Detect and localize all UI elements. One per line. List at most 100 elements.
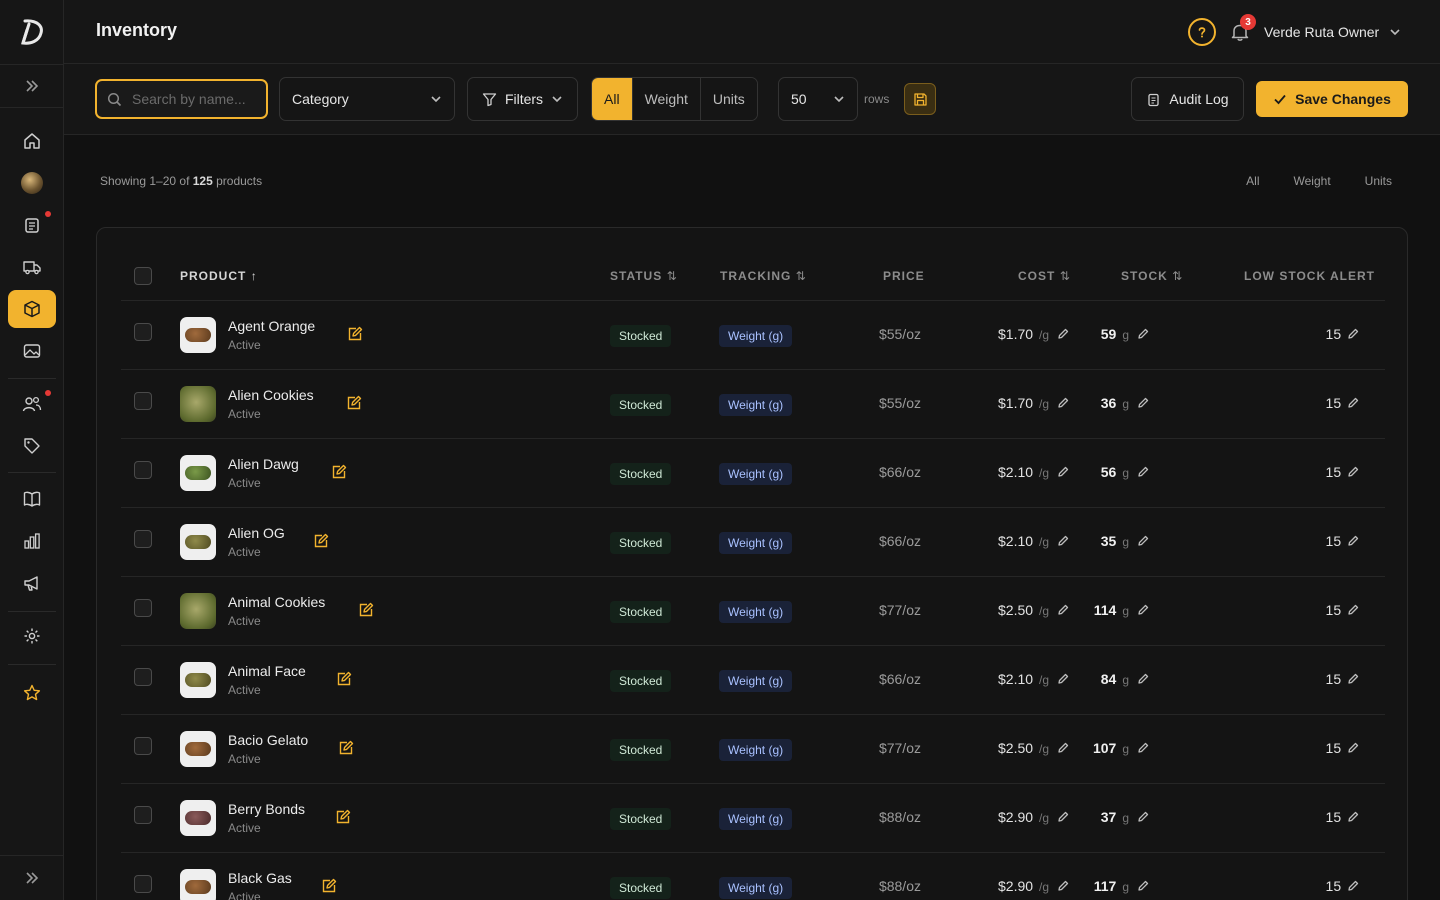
search-box[interactable] bbox=[95, 79, 268, 119]
pencil-icon[interactable] bbox=[1057, 673, 1069, 685]
product-name[interactable]: Alien Cookies bbox=[228, 387, 314, 403]
user-menu[interactable]: Verde Ruta Owner bbox=[1264, 20, 1401, 44]
column-header-product[interactable]: PRODUCT ↑ bbox=[180, 269, 258, 283]
low-stock-alert-cell[interactable]: 15 bbox=[1326, 464, 1359, 480]
low-stock-alert-cell[interactable]: 15 bbox=[1326, 878, 1359, 894]
nav-inventory[interactable] bbox=[8, 290, 56, 328]
edit-icon[interactable] bbox=[313, 533, 329, 549]
nav-media[interactable] bbox=[8, 332, 56, 370]
edit-icon[interactable] bbox=[338, 740, 354, 756]
low-stock-alert-cell[interactable]: 15 bbox=[1326, 671, 1359, 687]
cost-cell[interactable]: $2.50/g bbox=[998, 740, 1069, 756]
nav-favorites[interactable] bbox=[8, 674, 56, 712]
nav-delivery[interactable] bbox=[8, 248, 56, 286]
expand-sidebar-button[interactable] bbox=[0, 64, 64, 108]
stock-cell[interactable]: 35 g bbox=[1101, 533, 1149, 549]
pencil-icon[interactable] bbox=[1347, 742, 1359, 754]
pencil-icon[interactable] bbox=[1347, 673, 1359, 685]
stock-cell[interactable]: 36 g bbox=[1101, 395, 1149, 411]
pencil-icon[interactable] bbox=[1057, 742, 1069, 754]
cost-cell[interactable]: $2.10/g bbox=[998, 464, 1069, 480]
help-button[interactable] bbox=[1188, 18, 1216, 46]
product-name[interactable]: Alien OG bbox=[228, 525, 285, 541]
low-stock-alert-cell[interactable]: 15 bbox=[1326, 395, 1359, 411]
stock-cell[interactable]: 56 g bbox=[1101, 464, 1149, 480]
pencil-icon[interactable] bbox=[1347, 466, 1359, 478]
low-stock-alert-cell[interactable]: 15 bbox=[1326, 602, 1359, 618]
audit-log-button[interactable]: Audit Log bbox=[1131, 77, 1244, 121]
column-header-tracking[interactable]: TRACKING ⇅ bbox=[720, 269, 807, 283]
stock-cell[interactable]: 114 g bbox=[1094, 602, 1149, 618]
nav-customers[interactable] bbox=[8, 385, 56, 423]
pencil-icon[interactable] bbox=[1347, 811, 1359, 823]
product-name[interactable]: Black Gas bbox=[228, 870, 292, 886]
edit-icon[interactable] bbox=[358, 602, 374, 618]
stock-cell[interactable]: 59 g bbox=[1101, 326, 1149, 342]
column-header-status[interactable]: STATUS ⇅ bbox=[610, 269, 678, 283]
row-checkbox[interactable] bbox=[134, 461, 152, 479]
low-stock-alert-cell[interactable]: 15 bbox=[1326, 326, 1359, 342]
pencil-icon[interactable] bbox=[1137, 535, 1149, 547]
row-checkbox[interactable] bbox=[134, 806, 152, 824]
edit-icon[interactable] bbox=[336, 671, 352, 687]
pencil-icon[interactable] bbox=[1057, 880, 1069, 892]
product-name[interactable]: Bacio Gelato bbox=[228, 732, 308, 748]
segment-all[interactable]: All bbox=[592, 78, 633, 120]
low-stock-alert-cell[interactable]: 15 bbox=[1326, 809, 1359, 825]
segment-units[interactable]: Units bbox=[700, 78, 757, 120]
cost-cell[interactable]: $2.90/g bbox=[998, 878, 1069, 894]
edit-icon[interactable] bbox=[335, 809, 351, 825]
rows-per-page-select[interactable]: 50 bbox=[778, 77, 858, 121]
view-tab-all[interactable]: All bbox=[1246, 174, 1259, 188]
select-all-checkbox[interactable] bbox=[134, 267, 152, 285]
pencil-icon[interactable] bbox=[1057, 466, 1069, 478]
stock-cell[interactable]: 37 g bbox=[1101, 809, 1149, 825]
pencil-icon[interactable] bbox=[1137, 328, 1149, 340]
save-view-button[interactable] bbox=[904, 83, 936, 115]
pencil-icon[interactable] bbox=[1057, 397, 1069, 409]
edit-icon[interactable] bbox=[321, 878, 337, 894]
stock-cell[interactable]: 84 g bbox=[1101, 671, 1149, 687]
column-header-stock[interactable]: STOCK ⇅ bbox=[1121, 269, 1183, 283]
row-checkbox[interactable] bbox=[134, 737, 152, 755]
pencil-icon[interactable] bbox=[1137, 604, 1149, 616]
product-name[interactable]: Berry Bonds bbox=[228, 801, 305, 817]
edit-icon[interactable] bbox=[331, 464, 347, 480]
row-checkbox[interactable] bbox=[134, 599, 152, 617]
pencil-icon[interactable] bbox=[1137, 466, 1149, 478]
row-checkbox[interactable] bbox=[134, 530, 152, 548]
cost-cell[interactable]: $2.10/g bbox=[998, 533, 1069, 549]
view-tab-units[interactable]: Units bbox=[1365, 174, 1392, 188]
nav-home[interactable] bbox=[8, 122, 56, 160]
pencil-icon[interactable] bbox=[1347, 604, 1359, 616]
low-stock-alert-cell[interactable]: 15 bbox=[1326, 740, 1359, 756]
nav-catalog[interactable] bbox=[8, 480, 56, 518]
pencil-icon[interactable] bbox=[1057, 604, 1069, 616]
stock-cell[interactable]: 107 g bbox=[1093, 740, 1149, 756]
pencil-icon[interactable] bbox=[1347, 397, 1359, 409]
nav-promotions[interactable] bbox=[8, 427, 56, 465]
brand-logo-icon[interactable] bbox=[16, 16, 48, 48]
product-name[interactable]: Agent Orange bbox=[228, 318, 315, 334]
save-changes-button[interactable]: Save Changes bbox=[1256, 81, 1408, 117]
pencil-icon[interactable] bbox=[1057, 328, 1069, 340]
view-tab-weight[interactable]: Weight bbox=[1294, 174, 1331, 188]
nav-products-photo[interactable] bbox=[8, 164, 56, 202]
category-select[interactable]: Category bbox=[279, 77, 455, 121]
row-checkbox[interactable] bbox=[134, 668, 152, 686]
search-input[interactable] bbox=[132, 91, 260, 107]
low-stock-alert-cell[interactable]: 15 bbox=[1326, 533, 1359, 549]
stock-cell[interactable]: 117 g bbox=[1094, 878, 1149, 894]
product-name[interactable]: Animal Cookies bbox=[228, 594, 325, 610]
nav-orders[interactable] bbox=[8, 206, 56, 244]
product-name[interactable]: Alien Dawg bbox=[228, 456, 299, 472]
row-checkbox[interactable] bbox=[134, 392, 152, 410]
nav-marketing[interactable] bbox=[8, 564, 56, 602]
pencil-icon[interactable] bbox=[1057, 811, 1069, 823]
cost-cell[interactable]: $2.90/g bbox=[998, 809, 1069, 825]
nav-settings[interactable] bbox=[8, 617, 56, 655]
pencil-icon[interactable] bbox=[1347, 328, 1359, 340]
product-name[interactable]: Animal Face bbox=[228, 663, 306, 679]
cost-cell[interactable]: $1.70/g bbox=[998, 395, 1069, 411]
pencil-icon[interactable] bbox=[1137, 880, 1149, 892]
